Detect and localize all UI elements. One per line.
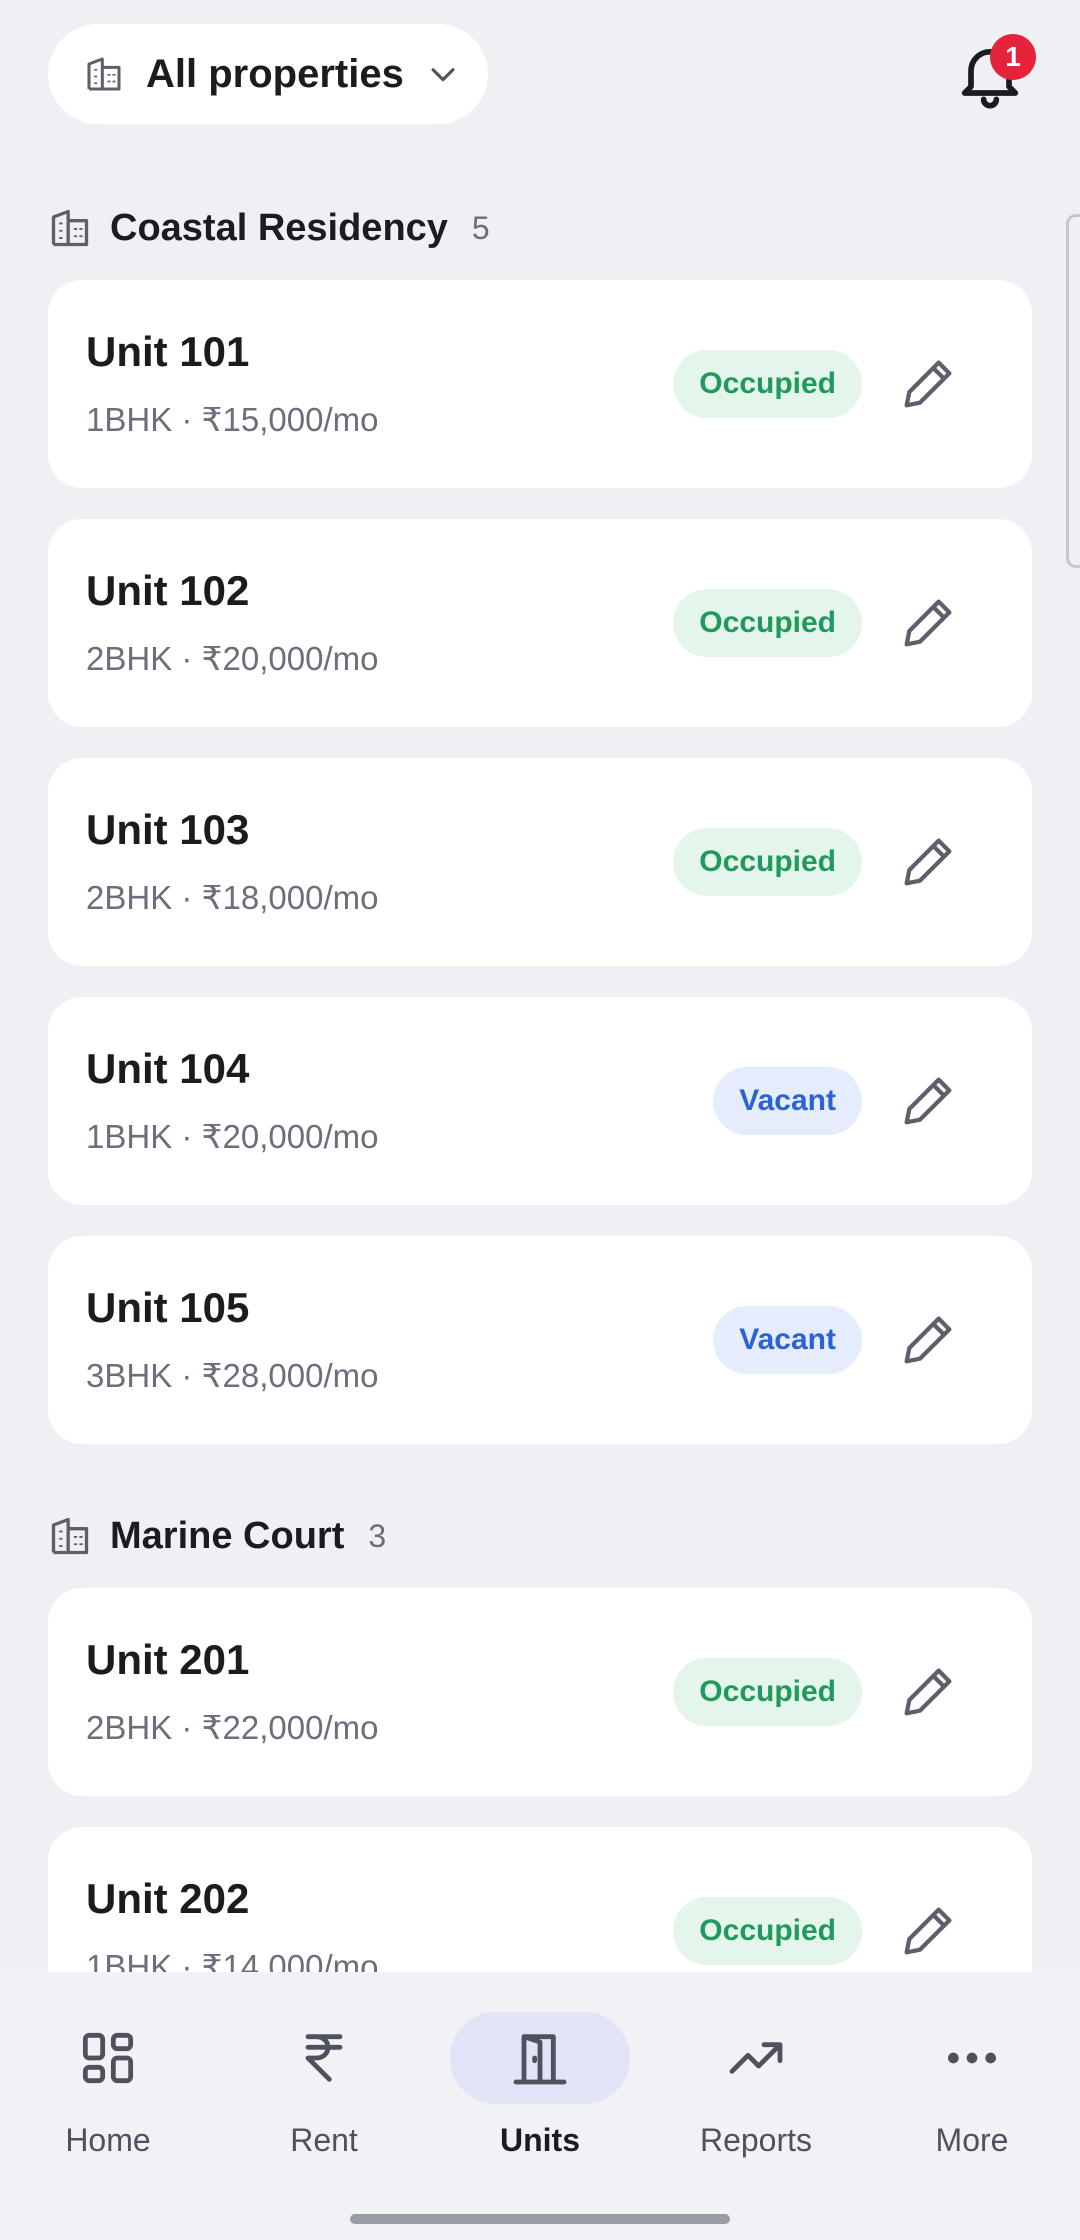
nav-icon-container xyxy=(234,2012,414,2104)
building-icon xyxy=(84,54,124,94)
unit-card[interactable]: Unit 105 3BHK · ₹28,000/mo Vacant xyxy=(48,1236,1032,1444)
group-title: Marine Court xyxy=(110,1514,345,1557)
unit-name: Unit 202 xyxy=(86,1875,250,1922)
unit-details: 2BHK · ₹18,000/mo xyxy=(86,879,379,916)
unit-card[interactable]: Unit 103 2BHK · ₹18,000/mo Occupied xyxy=(48,758,1032,966)
status-badge: Occupied xyxy=(673,350,862,418)
status-badge: Vacant xyxy=(713,1067,862,1135)
building-icon xyxy=(48,1514,92,1558)
bottom-navigation: Home Rent Units Reports More xyxy=(0,1972,1080,2240)
unit-name: Unit 201 xyxy=(86,1636,250,1683)
unit-details: 2BHK · ₹20,000/mo xyxy=(86,640,379,677)
unit-name: Unit 102 xyxy=(86,567,250,614)
home-indicator[interactable] xyxy=(350,2214,730,2224)
door-icon xyxy=(513,2034,567,2085)
nav-units[interactable]: Units xyxy=(450,2012,630,2162)
nav-label-home: Home xyxy=(65,2122,151,2158)
group-header: Marine Court 3 xyxy=(48,1506,386,1566)
nav-label-reports: Reports xyxy=(699,2122,813,2158)
edit-button[interactable] xyxy=(896,1308,960,1372)
building-icon xyxy=(48,206,92,250)
pencil-icon xyxy=(904,599,952,647)
unit-name: Unit 101 xyxy=(86,328,250,375)
unit-card[interactable]: Unit 101 1BHK · ₹15,000/mo Occupied xyxy=(48,280,1032,488)
nav-icon-container xyxy=(450,2012,630,2104)
group-count: 3 xyxy=(368,1517,387,1554)
edit-button[interactable] xyxy=(896,1069,960,1133)
chevron-down-icon xyxy=(426,57,460,91)
nav-label-rent: Rent xyxy=(290,2122,358,2158)
rupee-icon xyxy=(305,2034,343,2082)
edit-button[interactable] xyxy=(896,1660,960,1724)
units-list: Coastal Residency 5 Unit 101 1BHK · ₹15,… xyxy=(0,150,1080,1972)
status-badge: Vacant xyxy=(713,1306,862,1374)
pencil-icon xyxy=(904,1668,952,1716)
edit-button[interactable] xyxy=(896,1899,960,1963)
more-icon xyxy=(948,2052,996,2064)
nav-reports[interactable]: Reports xyxy=(666,2012,846,2162)
nav-rent[interactable]: Rent xyxy=(234,2012,414,2162)
unit-details: 1BHK · ₹14,000/mo xyxy=(86,1948,379,1972)
unit-card[interactable]: Unit 202 1BHK · ₹14,000/mo Occupied xyxy=(48,1827,1032,1972)
pencil-icon xyxy=(904,1316,952,1364)
nav-home[interactable]: Home xyxy=(18,2012,198,2162)
property-selector[interactable]: All properties xyxy=(48,24,488,124)
unit-details: 1BHK · ₹15,000/mo xyxy=(86,401,379,438)
unit-details: 3BHK · ₹28,000/mo xyxy=(86,1357,379,1394)
edit-button[interactable] xyxy=(896,352,960,416)
unit-details: 1BHK · ₹20,000/mo xyxy=(86,1118,379,1155)
status-badge: Occupied xyxy=(673,828,862,896)
unit-name: Unit 105 xyxy=(86,1284,250,1331)
top-bar: All properties 1 xyxy=(0,0,1080,150)
group-title: Coastal Residency xyxy=(110,206,448,249)
unit-details: 2BHK · ₹22,000/mo xyxy=(86,1709,379,1746)
unit-card[interactable]: Unit 102 2BHK · ₹20,000/mo Occupied xyxy=(48,519,1032,727)
unit-card[interactable]: Unit 104 1BHK · ₹20,000/mo Vacant xyxy=(48,997,1032,1205)
unit-name: Unit 104 xyxy=(86,1045,250,1092)
status-badge: Occupied xyxy=(673,589,862,657)
pencil-icon xyxy=(904,360,952,408)
unit-card[interactable]: Unit 201 2BHK · ₹22,000/mo Occupied xyxy=(48,1588,1032,1796)
nav-more[interactable]: More xyxy=(882,2012,1062,2162)
notification-badge: 1 xyxy=(990,34,1036,80)
status-badge: Occupied xyxy=(673,1897,862,1965)
unit-name: Unit 103 xyxy=(86,806,250,853)
status-badge: Occupied xyxy=(673,1658,862,1726)
group-header: Coastal Residency 5 xyxy=(48,198,490,258)
edit-button[interactable] xyxy=(896,830,960,894)
group-count: 5 xyxy=(471,209,490,246)
grid-icon xyxy=(82,2032,134,2084)
nav-label-units: Units xyxy=(500,2122,580,2158)
property-selector-label: All properties xyxy=(146,51,404,96)
nav-label-more: More xyxy=(935,2122,1009,2158)
pencil-icon xyxy=(904,1907,952,1955)
nav-icon-container xyxy=(666,2012,846,2104)
pencil-icon xyxy=(904,838,952,886)
nav-icon-container xyxy=(882,2012,1062,2104)
trend-icon xyxy=(729,2042,783,2074)
nav-icon-container xyxy=(18,2012,198,2104)
edit-button[interactable] xyxy=(896,591,960,655)
pencil-icon xyxy=(904,1077,952,1125)
